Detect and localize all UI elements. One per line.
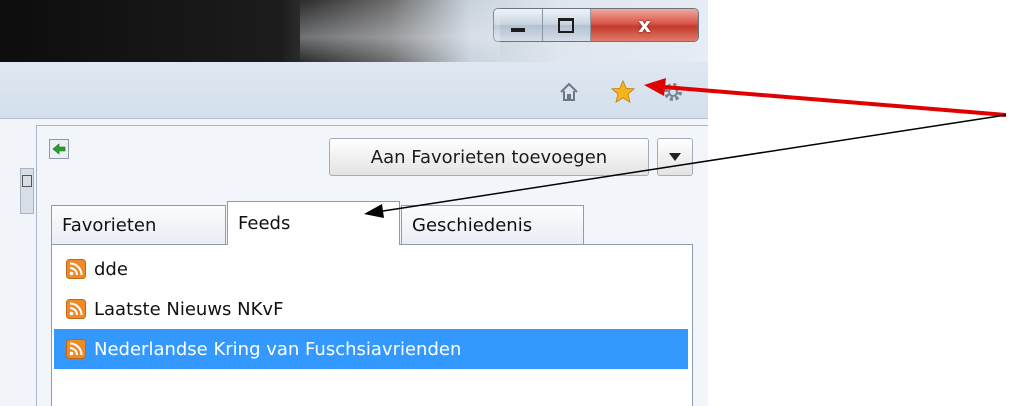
add-to-favorites-dropdown[interactable]: [657, 138, 693, 176]
red-arrow-line: [663, 85, 1007, 117]
tab-label: Feeds: [238, 213, 291, 234]
feed-label: Laatste Nieuws NKvF: [94, 298, 284, 320]
chevron-down-icon: [669, 153, 681, 161]
rss-feed-icon: [66, 259, 86, 279]
favorites-star-icon[interactable]: [611, 79, 635, 104]
tab-label: Favorieten: [62, 215, 157, 236]
close-button[interactable]: x: [591, 9, 698, 41]
rss-feed-icon: [66, 339, 86, 359]
minimize-button[interactable]: [494, 9, 543, 41]
command-toolbar: [0, 62, 708, 119]
browser-window: x Aan Favorieten toevoegen Favorieten Fe…: [0, 0, 708, 406]
list-item[interactable]: Laatste Nieuws NKvF: [54, 289, 688, 329]
add-to-favorites-button[interactable]: Aan Favorieten toevoegen: [329, 138, 649, 176]
feed-label: dde: [94, 258, 128, 280]
pin-to-left-icon[interactable]: [49, 139, 69, 159]
maximize-icon: [558, 17, 575, 33]
rss-feed-icon: [66, 299, 86, 319]
tab-feeds[interactable]: Feeds: [227, 201, 400, 245]
tab-label: Geschiedenis: [412, 215, 533, 236]
feeds-list: dde Laatste Nieuws NKvF Nederlandse Krin…: [51, 244, 693, 406]
list-item[interactable]: dde: [54, 249, 688, 289]
tab-favorieten[interactable]: Favorieten: [51, 205, 226, 245]
favorites-center-panel: Aan Favorieten toevoegen Favorieten Feed…: [36, 125, 708, 406]
title-bar: x: [0, 0, 708, 62]
feed-label: Nederlandse Kring van Fuschsiavrienden: [94, 338, 462, 360]
tools-gear-icon[interactable]: [661, 80, 685, 104]
tab-geschiedenis[interactable]: Geschiedenis: [401, 205, 584, 245]
side-scrollbar-stub: [20, 168, 34, 214]
home-icon[interactable]: [557, 80, 581, 104]
list-item-selected[interactable]: Nederlandse Kring van Fuschsiavrienden: [54, 329, 688, 369]
close-icon: x: [638, 13, 651, 37]
maximize-button[interactable]: [542, 9, 592, 41]
minimize-icon: [510, 28, 525, 32]
caption-buttons: x: [493, 8, 699, 42]
